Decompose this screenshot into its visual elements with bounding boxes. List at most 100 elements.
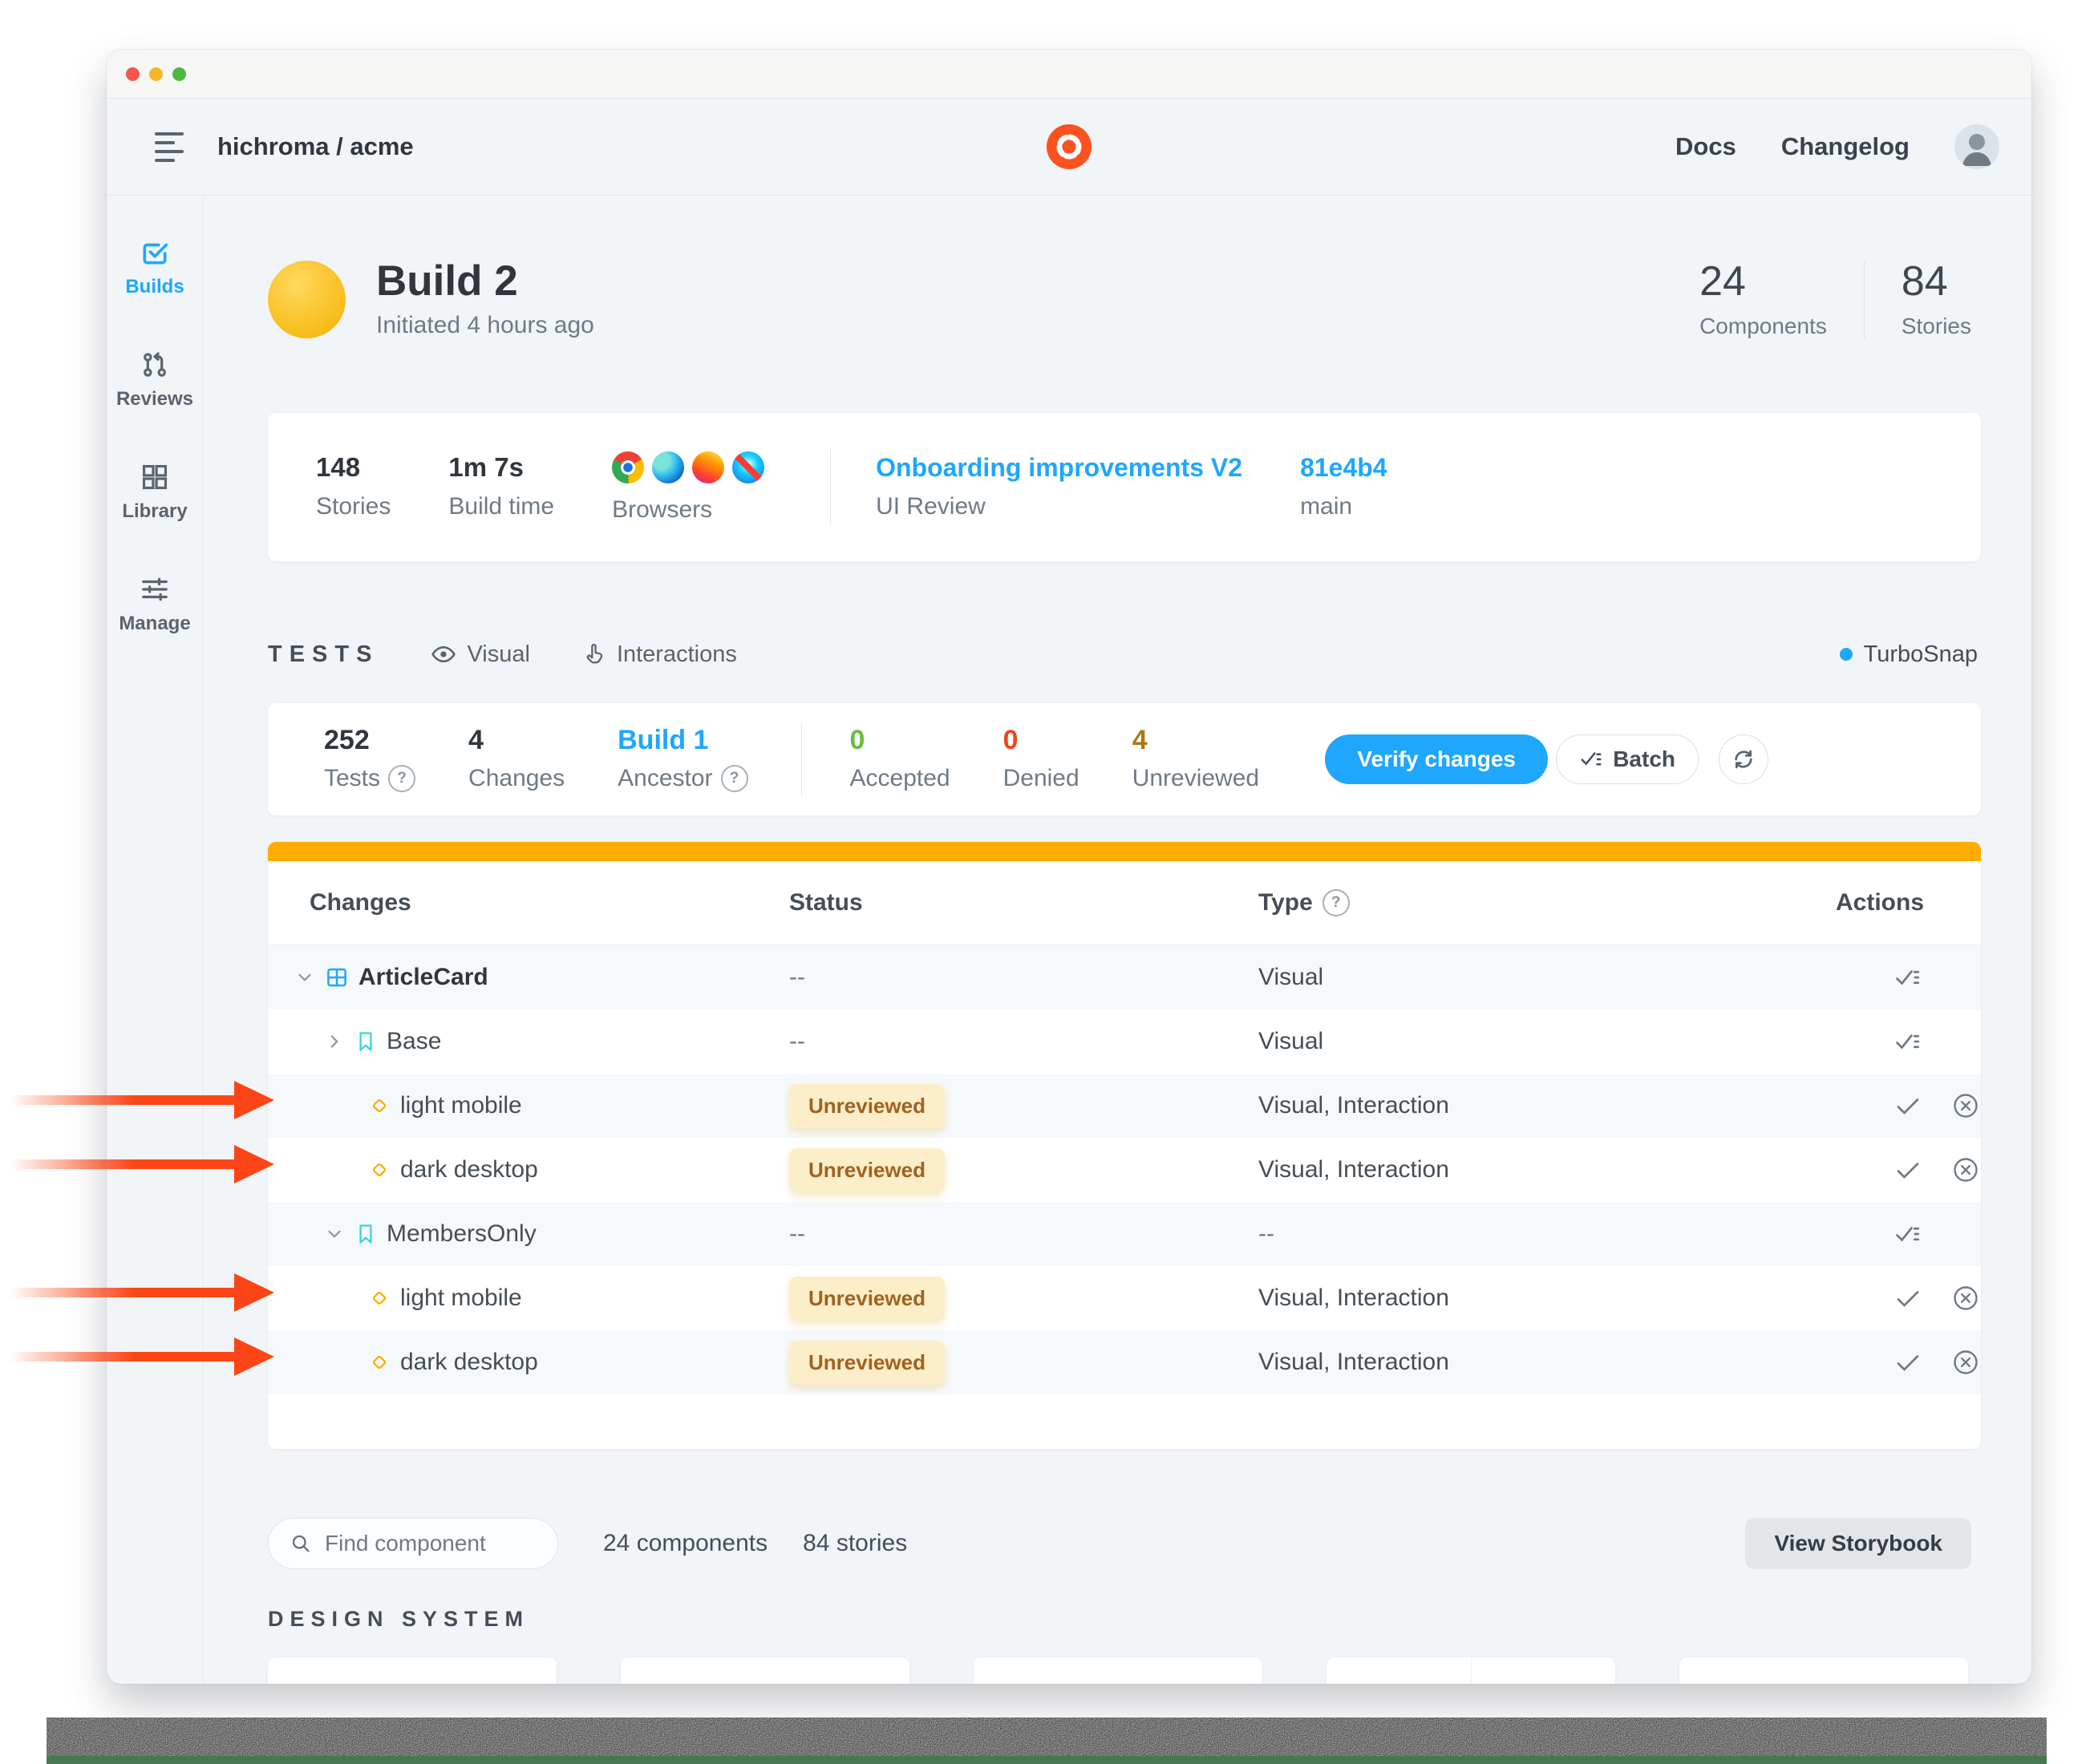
accept-icon[interactable] [1893, 1348, 1922, 1377]
batch-accept-icon[interactable] [1893, 963, 1922, 992]
build-avatar [268, 261, 346, 338]
table-row[interactable]: light mobile Unreviewed Visual, Interact… [268, 1266, 1981, 1330]
build-header: Build 2 Initiated 4 hours ago 24 Compone… [268, 256, 1981, 342]
turbosnap-toggle[interactable]: TurboSnap [1840, 641, 1978, 668]
status-badge: Unreviewed [789, 1341, 945, 1385]
table-row[interactable]: Base -- Visual [268, 1009, 1981, 1074]
table-row[interactable]: ArticleCard -- Visual [268, 945, 1981, 1009]
row-type: Visual, Interaction [1258, 1092, 1836, 1119]
component-icon [325, 965, 349, 989]
component-card[interactable] [1679, 1657, 1968, 1684]
stat-ancestor: Build 1 Ancestor? [618, 726, 747, 792]
table-row[interactable]: dark desktop Unreviewed Visual, Interact… [268, 1330, 1981, 1394]
annotation-arrow [10, 1143, 274, 1185]
safari-icon [732, 451, 764, 483]
view-storybook-button[interactable]: View Storybook [1745, 1518, 1971, 1569]
commit-link[interactable]: 81e4b4 [1300, 455, 1387, 480]
build-summary-card: 148 Stories 1m 7s Build time Browsers [268, 413, 1981, 561]
verify-changes-button[interactable]: Verify changes [1325, 734, 1548, 784]
branch-link[interactable]: Onboarding improvements V2 [876, 455, 1242, 480]
components-count-value: 24 [1699, 261, 1827, 302]
stories-count-block: 84 Stories [1865, 261, 1981, 339]
deny-icon[interactable] [1951, 1091, 1980, 1120]
component-card[interactable] [268, 1657, 557, 1684]
window-minimize-button[interactable] [149, 67, 163, 81]
window-close-button[interactable] [126, 67, 140, 81]
batch-check-icon [1579, 747, 1603, 771]
row-name: ArticleCard [358, 964, 488, 991]
annotation-arrow [10, 1336, 274, 1378]
divider [830, 449, 831, 526]
sidebar-item-reviews[interactable]: Reviews [116, 350, 193, 411]
row-type: Visual [1258, 1028, 1836, 1055]
status-badge: Unreviewed [789, 1084, 945, 1128]
refresh-button[interactable] [1719, 734, 1768, 784]
table-footer-padding [268, 1394, 1981, 1449]
batch-button[interactable]: Batch [1556, 734, 1699, 784]
summary-stories-label: Stories [316, 493, 391, 520]
component-card[interactable] [974, 1657, 1262, 1684]
changelog-link[interactable]: Changelog [1781, 132, 1910, 161]
row-name: light mobile [400, 1092, 522, 1119]
col-header-type: Type ? [1258, 889, 1836, 916]
component-card[interactable] [1326, 1657, 1615, 1684]
build-subtitle: Initiated 4 hours ago [376, 312, 594, 339]
deny-icon[interactable] [1951, 1348, 1980, 1377]
question-icon[interactable]: ? [1322, 889, 1350, 916]
sidebar-item-label: Reviews [116, 388, 193, 411]
stories-count-value: 84 [1902, 261, 1971, 302]
components-count-text: 24 components [603, 1530, 768, 1557]
sidebar-item-manage[interactable]: Manage [119, 574, 190, 635]
table-row[interactable]: MembersOnly -- -- [268, 1202, 1981, 1266]
visual-filter[interactable]: Visual [430, 641, 529, 668]
search-field[interactable] [268, 1518, 558, 1569]
sidebar-item-builds[interactable]: Builds [125, 237, 184, 298]
batch-accept-icon[interactable] [1893, 1027, 1922, 1056]
row-type: Visual [1258, 964, 1836, 991]
diamond-icon [368, 1350, 391, 1374]
deny-icon[interactable] [1951, 1284, 1980, 1313]
question-icon[interactable]: ? [388, 765, 415, 792]
summary-build-time-label: Build time [448, 493, 554, 520]
window-zoom-button[interactable] [172, 67, 186, 81]
row-name: Base [387, 1028, 441, 1055]
accept-icon[interactable] [1893, 1284, 1922, 1313]
interactions-filter[interactable]: Interactions [581, 641, 737, 668]
table-row[interactable]: light mobile Unreviewed Visual, Interact… [268, 1074, 1981, 1138]
turbosnap-label: TurboSnap [1864, 641, 1978, 668]
chevron-right-icon[interactable] [324, 1031, 345, 1052]
row-name: dark desktop [400, 1156, 538, 1183]
breadcrumb[interactable]: hichroma / acme [217, 132, 414, 161]
accept-icon[interactable] [1893, 1155, 1922, 1184]
col-header-actions: Actions [1836, 889, 1981, 916]
table-header-row: Changes Status Type ? Actions [268, 861, 1981, 945]
build-counts: 24 Components 84 Stories [1663, 261, 1981, 339]
chevron-down-icon[interactable] [294, 967, 315, 988]
refresh-icon [1731, 746, 1756, 772]
docs-link[interactable]: Docs [1675, 132, 1736, 161]
menu-icon[interactable] [155, 132, 184, 162]
table-row[interactable]: dark desktop Unreviewed Visual, Interact… [268, 1138, 1981, 1202]
noise-artifact-strip [47, 1717, 2047, 1764]
chromatic-logo-icon[interactable] [1047, 124, 1092, 169]
visual-filter-label: Visual [467, 641, 529, 668]
page-title: Build 2 [376, 259, 594, 304]
row-type: Visual, Interaction [1258, 1285, 1836, 1312]
question-icon[interactable]: ? [721, 765, 748, 792]
component-card[interactable] [621, 1657, 909, 1684]
deny-icon[interactable] [1951, 1155, 1980, 1184]
avatar[interactable] [1954, 124, 1999, 169]
accept-icon[interactable] [1893, 1091, 1922, 1120]
sidebar: Builds Reviews [107, 196, 204, 1684]
row-type: -- [1258, 1220, 1836, 1248]
design-system-heading: DESIGN SYSTEM [268, 1607, 1981, 1632]
ancestor-build-link[interactable]: Build 1 [618, 726, 747, 754]
batch-accept-icon[interactable] [1893, 1220, 1922, 1248]
sidebar-item-library[interactable]: Library [122, 462, 187, 523]
search-input[interactable] [323, 1530, 537, 1557]
stat-denied-value: 0 [1003, 726, 1079, 754]
summary-commit: 81e4b4 main [1300, 455, 1387, 520]
tests-title: TESTS [268, 641, 379, 668]
chevron-down-icon[interactable] [324, 1224, 345, 1244]
diamond-icon [368, 1286, 391, 1310]
